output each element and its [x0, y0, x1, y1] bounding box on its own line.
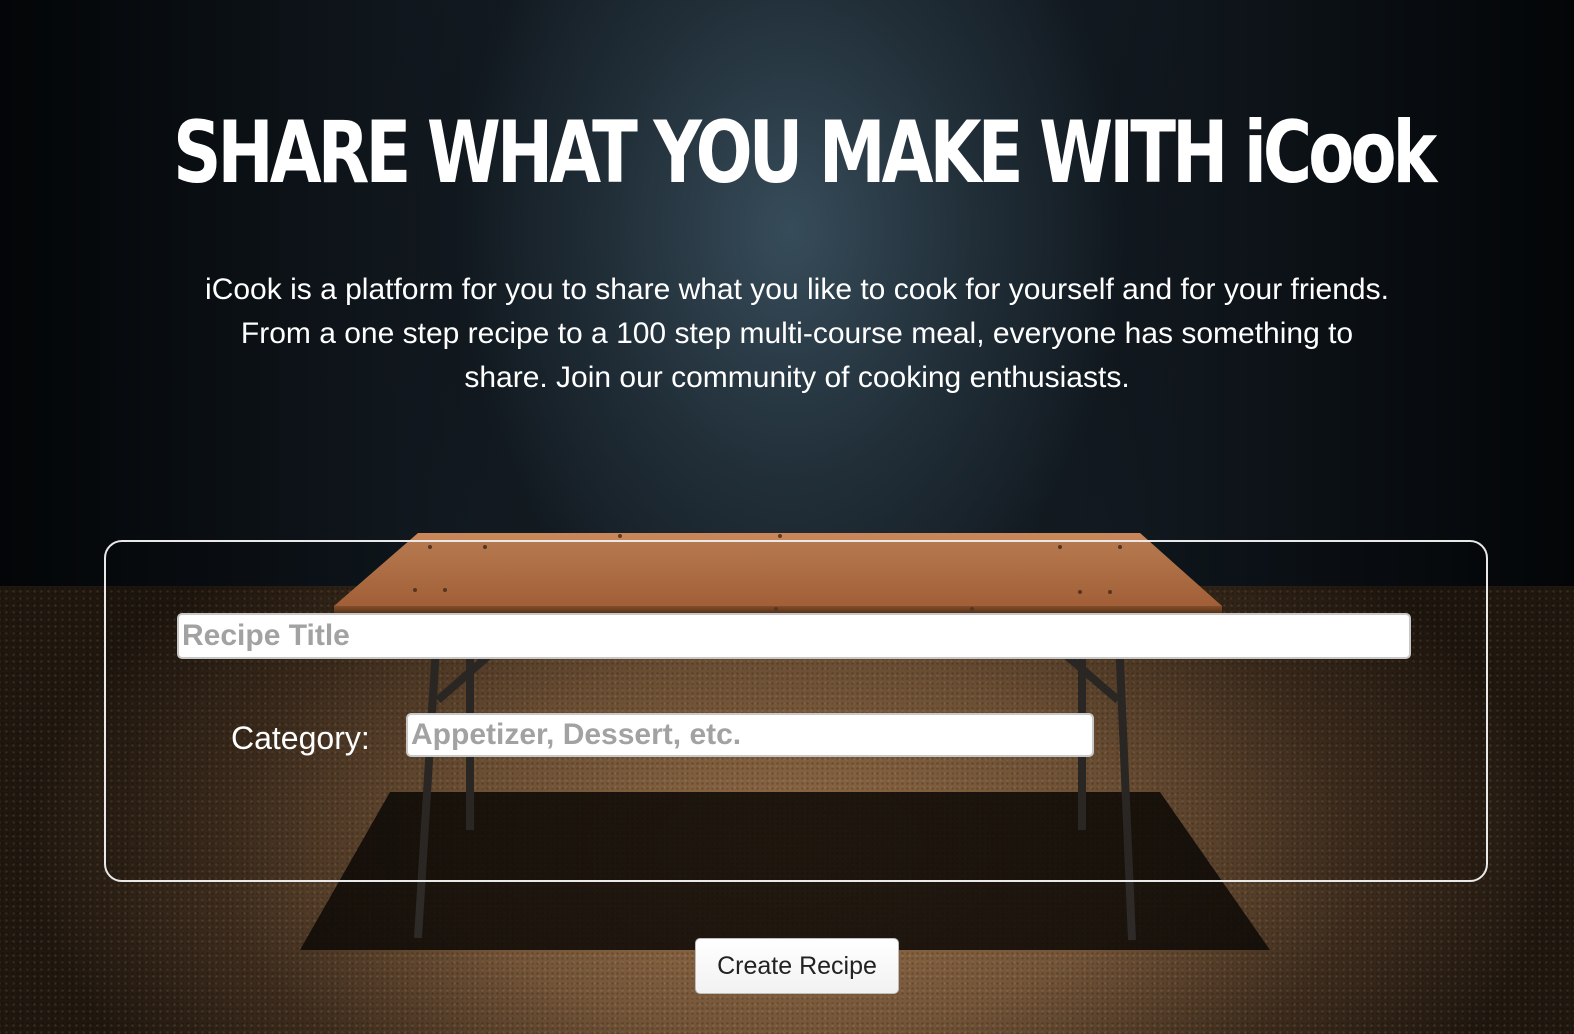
recipe-form-panel	[104, 540, 1488, 882]
intro-paragraph: iCook is a platform for you to share wha…	[205, 273, 1389, 394]
page-headline: SHARE WHAT YOU MAKE WITH iCook	[173, 102, 1437, 203]
create-recipe-button[interactable]: Create Recipe	[695, 938, 899, 994]
category-input[interactable]	[406, 713, 1094, 757]
category-label: Category:	[231, 720, 370, 756]
recipe-title-input[interactable]	[177, 613, 1411, 659]
